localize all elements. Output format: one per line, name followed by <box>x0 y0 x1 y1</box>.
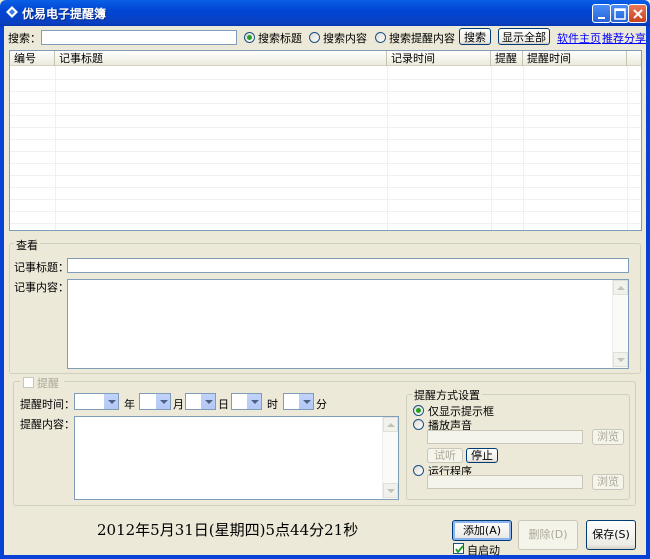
list-column-line <box>523 66 524 230</box>
method-group-title: 提醒方式设置 <box>412 387 482 403</box>
program-path-field[interactable] <box>427 475 583 489</box>
share-link[interactable]: 推荐分享 <box>602 30 646 46</box>
search-reminder-label[interactable]: 搜索提醒内容 <box>389 30 455 46</box>
show-all-button[interactable]: 显示全部 <box>498 28 550 45</box>
sound-path-field[interactable] <box>427 430 583 444</box>
note-content-label: 记事内容： <box>14 281 69 294</box>
play-sound-radio[interactable] <box>413 419 424 430</box>
column-header-id[interactable]: 编号 <box>10 51 55 66</box>
window-frame-bottom <box>0 555 650 559</box>
column-header-remind[interactable]: 提醒 <box>491 51 523 66</box>
remind-content-scrollbar[interactable] <box>382 417 398 499</box>
list-row-line <box>10 91 641 92</box>
column-header-remind-time[interactable]: 提醒时间 <box>523 51 627 66</box>
search-label: 搜索： <box>8 32 41 45</box>
list-row-line <box>10 211 641 212</box>
list-column-line <box>491 66 492 230</box>
stop-sound-button[interactable]: 停止 <box>466 448 498 463</box>
save-button[interactable]: 保存(S) <box>586 520 636 550</box>
view-group-title: 查看 <box>14 237 40 253</box>
remind-time-label: 提醒时间： <box>20 398 75 411</box>
day-unit-label: 日 <box>218 398 229 411</box>
run-program-radio[interactable] <box>413 465 424 476</box>
test-sound-button[interactable]: 试听 <box>427 448 463 463</box>
list-row-line <box>10 115 641 116</box>
scroll-up-icon[interactable] <box>613 280 628 295</box>
scroll-down-icon[interactable] <box>383 483 398 498</box>
list-row-line <box>10 79 641 80</box>
chevron-down-icon[interactable] <box>103 394 118 409</box>
note-title-label: 记事标题： <box>14 261 69 274</box>
list-row-line <box>10 163 641 164</box>
list-row-line <box>10 223 641 224</box>
scroll-up-icon[interactable] <box>383 417 398 432</box>
month-select[interactable] <box>139 393 171 410</box>
year-select[interactable] <box>74 393 119 410</box>
autostart-label[interactable]: 自启动 <box>467 542 500 558</box>
minute-unit-label: 分 <box>316 398 327 411</box>
delete-button[interactable]: 删除(D) <box>518 520 578 550</box>
reminder-checkbox[interactable] <box>23 377 34 388</box>
year-unit-label: 年 <box>124 398 135 411</box>
window-title: 优易电子提醒簿 <box>22 7 107 21</box>
note-content-field[interactable] <box>67 279 629 369</box>
note-title-field[interactable] <box>67 258 629 273</box>
note-content-scrollbar[interactable] <box>612 280 628 368</box>
list-row-line <box>10 127 641 128</box>
add-button[interactable]: 添加(A) <box>452 520 512 541</box>
remind-content-field[interactable] <box>74 416 399 500</box>
column-header-title[interactable]: 记事标题 <box>55 51 387 66</box>
list-row-line <box>10 103 641 104</box>
list-column-line <box>55 66 56 230</box>
search-button[interactable]: 搜索 <box>459 28 491 45</box>
hour-select[interactable] <box>231 393 262 410</box>
day-select[interactable] <box>185 393 216 410</box>
month-unit-label: 月 <box>173 398 184 411</box>
list-row-line <box>10 199 641 200</box>
notes-list[interactable]: 编号 记事标题 记录时间 提醒 提醒时间 <box>9 50 642 231</box>
scroll-down-icon[interactable] <box>613 352 628 367</box>
autostart-checkbox[interactable] <box>453 543 464 554</box>
list-row-line <box>10 187 641 188</box>
list-row-line <box>10 151 641 152</box>
window-frame-right <box>646 26 650 559</box>
list-row-line <box>10 139 641 140</box>
checkmark-icon <box>455 545 464 554</box>
chevron-down-icon[interactable] <box>298 394 313 409</box>
minimize-button[interactable] <box>592 4 611 23</box>
chevron-down-icon[interactable] <box>200 394 215 409</box>
search-title-radio[interactable] <box>244 32 255 43</box>
list-column-line <box>627 66 628 230</box>
reminder-checkbox-label[interactable]: 提醒 <box>37 375 59 391</box>
app-icon <box>5 5 19 19</box>
search-input[interactable] <box>41 30 237 45</box>
search-content-label[interactable]: 搜索内容 <box>323 30 367 46</box>
list-column-line <box>387 66 388 230</box>
sound-browse-button[interactable]: 浏览 <box>592 429 624 445</box>
homepage-link[interactable]: 软件主页 <box>557 30 601 46</box>
search-title-label[interactable]: 搜索标题 <box>258 30 302 46</box>
list-row-line <box>10 175 641 176</box>
chevron-down-icon[interactable] <box>246 394 261 409</box>
maximize-button[interactable] <box>610 4 629 23</box>
column-header-record-time[interactable]: 记录时间 <box>387 51 491 66</box>
list-header: 编号 记事标题 记录时间 提醒 提醒时间 <box>10 51 641 66</box>
chevron-down-icon[interactable] <box>155 394 170 409</box>
popup-only-radio[interactable] <box>413 405 424 416</box>
remind-content-label: 提醒内容： <box>20 418 75 431</box>
current-datetime: 2012年5月31日(星期四)5点44分21秒 <box>97 521 359 539</box>
hour-unit-label: 时 <box>267 398 278 411</box>
program-browse-button[interactable]: 浏览 <box>592 474 624 490</box>
minute-select[interactable] <box>283 393 314 410</box>
close-button[interactable] <box>628 4 647 23</box>
search-reminder-radio[interactable] <box>375 32 386 43</box>
search-content-radio[interactable] <box>309 32 320 43</box>
window-frame-left <box>0 26 4 559</box>
